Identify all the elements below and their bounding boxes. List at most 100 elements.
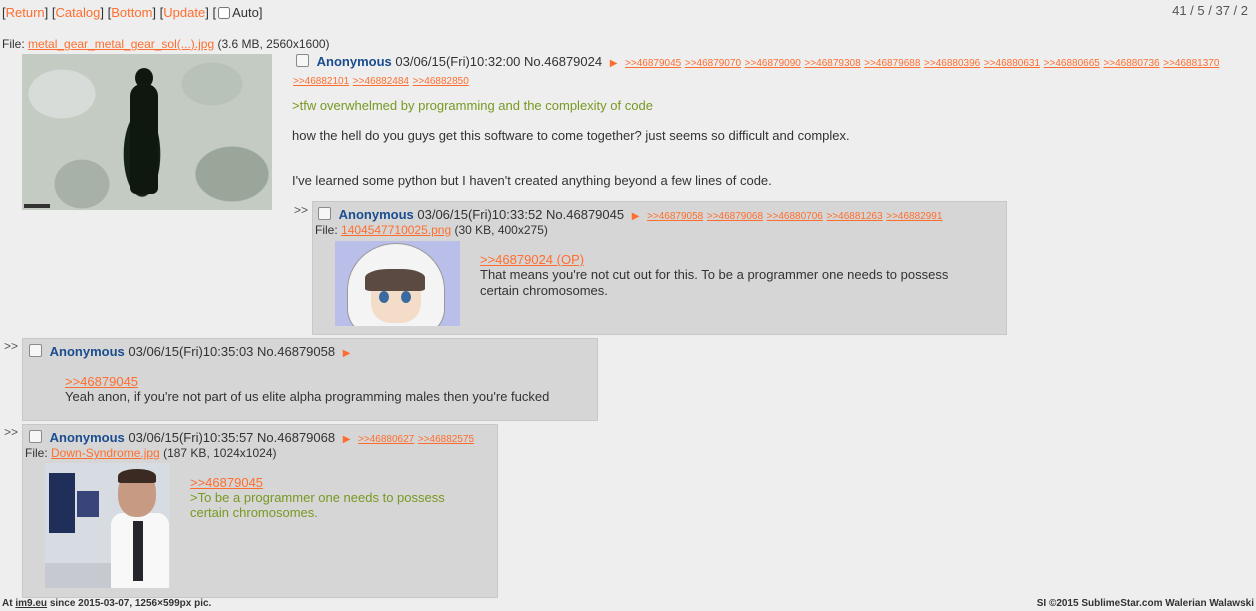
reply-marker: >> xyxy=(4,425,19,439)
reply-poster-name: Anonymous xyxy=(49,430,125,445)
backlink[interactable]: >>46879688 xyxy=(864,58,920,69)
op-thumbnail[interactable] xyxy=(22,54,272,210)
reply-file-link[interactable]: Down-Syndrome.jpg xyxy=(51,446,160,460)
footer-site-link[interactable]: im9.eu xyxy=(15,598,47,609)
reply-poster-name: Anonymous xyxy=(49,344,125,359)
backlink[interactable]: >>46880627 xyxy=(358,434,414,445)
anime-eye xyxy=(379,291,389,303)
catalog-link[interactable]: Catalog xyxy=(56,5,101,20)
anime-hair xyxy=(365,269,425,291)
reply-post-number[interactable]: No.46879045 xyxy=(546,207,624,222)
backlink[interactable]: >>46882991 xyxy=(886,211,942,222)
op-greentext: >tfw overwhelmed by programming and the … xyxy=(292,98,653,113)
reply-file-link[interactable]: 1404547710025.png xyxy=(341,223,451,237)
op-file-info: File: metal_gear_metal_gear_sol(...).jpg… xyxy=(2,37,330,51)
thread-nav: [Return] [Catalog] [Bottom] [Update] [Au… xyxy=(2,5,263,20)
backlink[interactable]: >>46881370 xyxy=(1163,58,1219,69)
anime-eye xyxy=(401,291,411,303)
backlink[interactable]: >>46882850 xyxy=(413,76,469,87)
reply-header: Anonymous 03/06/15(Fri)10:33:52 No.46879… xyxy=(318,207,942,222)
reply-poster-name: Anonymous xyxy=(338,207,414,222)
reply-marker: >> xyxy=(4,339,19,353)
op-text-line: how the hell do you guys get this softwa… xyxy=(292,128,850,143)
figure-body xyxy=(130,84,158,194)
reply-text-line: certain chromosomes. xyxy=(480,283,608,298)
backlink[interactable]: >>46879045 xyxy=(625,58,681,69)
op-post-header: Anonymous 03/06/15(Fri)10:32:00 No.46879… xyxy=(296,54,1219,69)
image-logo xyxy=(24,204,50,208)
reply-thumbnail[interactable] xyxy=(45,463,170,588)
auto-update-checkbox[interactable] xyxy=(218,7,231,19)
reply-greentext: certain chromosomes. xyxy=(190,505,318,520)
reply-menu-arrow-icon[interactable]: ▶ xyxy=(343,434,351,445)
reply-menu-arrow-icon[interactable]: ▶ xyxy=(343,348,351,359)
reply-datetime: 03/06/15(Fri)10:35:57 xyxy=(128,430,254,445)
reply-header: Anonymous 03/06/15(Fri)10:35:03 No.46879… xyxy=(29,344,354,359)
backlink[interactable]: >>46882575 xyxy=(418,434,474,445)
op-file-link[interactable]: metal_gear_metal_gear_sol(...).jpg xyxy=(28,37,214,51)
reply-menu-arrow-icon[interactable]: ▶ xyxy=(632,211,640,222)
reply-header: Anonymous 03/06/15(Fri)10:35:57 No.46879… xyxy=(29,430,474,445)
reply-file-meta: (187 KB, 1024x1024) xyxy=(163,446,277,460)
backlink[interactable]: >>46880396 xyxy=(924,58,980,69)
backlink[interactable]: >>46881263 xyxy=(826,211,882,222)
backlink[interactable]: >>46880665 xyxy=(1044,58,1100,69)
footer-prefix: At xyxy=(2,598,13,609)
op-datetime: 03/06/15(Fri)10:32:00 xyxy=(395,54,521,69)
reply-backlinks: >>46880627 >>46882575 xyxy=(358,430,474,445)
bottom-link[interactable]: Bottom xyxy=(111,5,152,20)
reply-greentext: >To be a programmer one needs to possess xyxy=(190,490,445,505)
reply-file-prefix: File: xyxy=(25,446,48,460)
quote-link[interactable]: >>46879045 xyxy=(65,374,138,389)
op-file-prefix: File: xyxy=(2,37,25,51)
reply-select-checkbox[interactable] xyxy=(318,207,331,220)
op-poster-name: Anonymous xyxy=(316,54,392,69)
reply-select-checkbox[interactable] xyxy=(29,344,42,357)
reply-backlinks: >>46879058 >>46879068 >>46880706 >>46881… xyxy=(647,207,942,222)
backlink[interactable]: >>46880736 xyxy=(1103,58,1159,69)
monitor xyxy=(49,473,75,533)
reply-file-info: File: 1404547710025.png (30 KB, 400x275) xyxy=(315,223,548,237)
backlink[interactable]: >>46882484 xyxy=(353,76,409,87)
reply-post-number[interactable]: No.46879068 xyxy=(257,430,335,445)
backlink[interactable]: >>46879070 xyxy=(685,58,741,69)
backlink[interactable]: >>46880631 xyxy=(984,58,1040,69)
update-link[interactable]: Update xyxy=(163,5,205,20)
op-select-checkbox[interactable] xyxy=(296,54,309,67)
backlink[interactable]: >>46879058 xyxy=(647,211,703,222)
backlink[interactable]: >>46879090 xyxy=(745,58,801,69)
reply-marker: >> xyxy=(294,203,309,217)
footer-info: since 2015-03-07, 1256×599px pic. xyxy=(49,598,212,609)
op-menu-arrow-icon[interactable]: ▶ xyxy=(610,58,618,69)
quote-link[interactable]: >>46879024 (OP) xyxy=(480,252,584,267)
reply-post-number[interactable]: No.46879058 xyxy=(257,344,335,359)
footer-left: At im9.eu since 2015-03-07, 1256×599px p… xyxy=(2,598,211,609)
reply-file-meta: (30 KB, 400x275) xyxy=(454,223,548,237)
reply-text-line: That means you're not cut out for this. … xyxy=(480,267,949,282)
person-hair xyxy=(118,469,156,483)
reply-select-checkbox[interactable] xyxy=(29,430,42,443)
reply-datetime: 03/06/15(Fri)10:33:52 xyxy=(417,207,543,222)
backlink[interactable]: >>46880706 xyxy=(767,211,823,222)
auto-label: Auto xyxy=(232,5,259,20)
footer-credit: SI ©2015 SublimeStar.com Walerian Walaws… xyxy=(1036,598,1254,609)
monitor xyxy=(77,491,99,517)
op-backlinks-row2: >>46882101 >>46882484 >>46882850 xyxy=(293,72,469,87)
backlink[interactable]: >>46882101 xyxy=(293,76,349,87)
return-link[interactable]: Return xyxy=(6,5,45,20)
op-backlinks: >>46879045 >>46879070 >>46879090 >>46879… xyxy=(625,54,1219,69)
backlink[interactable]: >>46879068 xyxy=(707,211,763,222)
reply-datetime: 03/06/15(Fri)10:35:03 xyxy=(128,344,254,359)
op-file-meta: (3.6 MB, 2560x1600) xyxy=(217,37,330,51)
desk xyxy=(45,563,115,588)
op-text-line: I've learned some python but I haven't c… xyxy=(292,173,772,188)
reply-file-info: File: Down-Syndrome.jpg (187 KB, 1024x10… xyxy=(25,446,277,460)
reply-file-prefix: File: xyxy=(315,223,338,237)
quote-link[interactable]: >>46879045 xyxy=(190,475,263,490)
reply-thumbnail[interactable] xyxy=(335,241,460,326)
op-post-number[interactable]: No.46879024 xyxy=(524,54,602,69)
reply-text-line: Yeah anon, if you're not part of us elit… xyxy=(65,389,550,404)
thread-stats: 41 / 5 / 37 / 2 xyxy=(1172,3,1248,18)
backlink[interactable]: >>46879308 xyxy=(804,58,860,69)
person-tie xyxy=(133,521,143,581)
